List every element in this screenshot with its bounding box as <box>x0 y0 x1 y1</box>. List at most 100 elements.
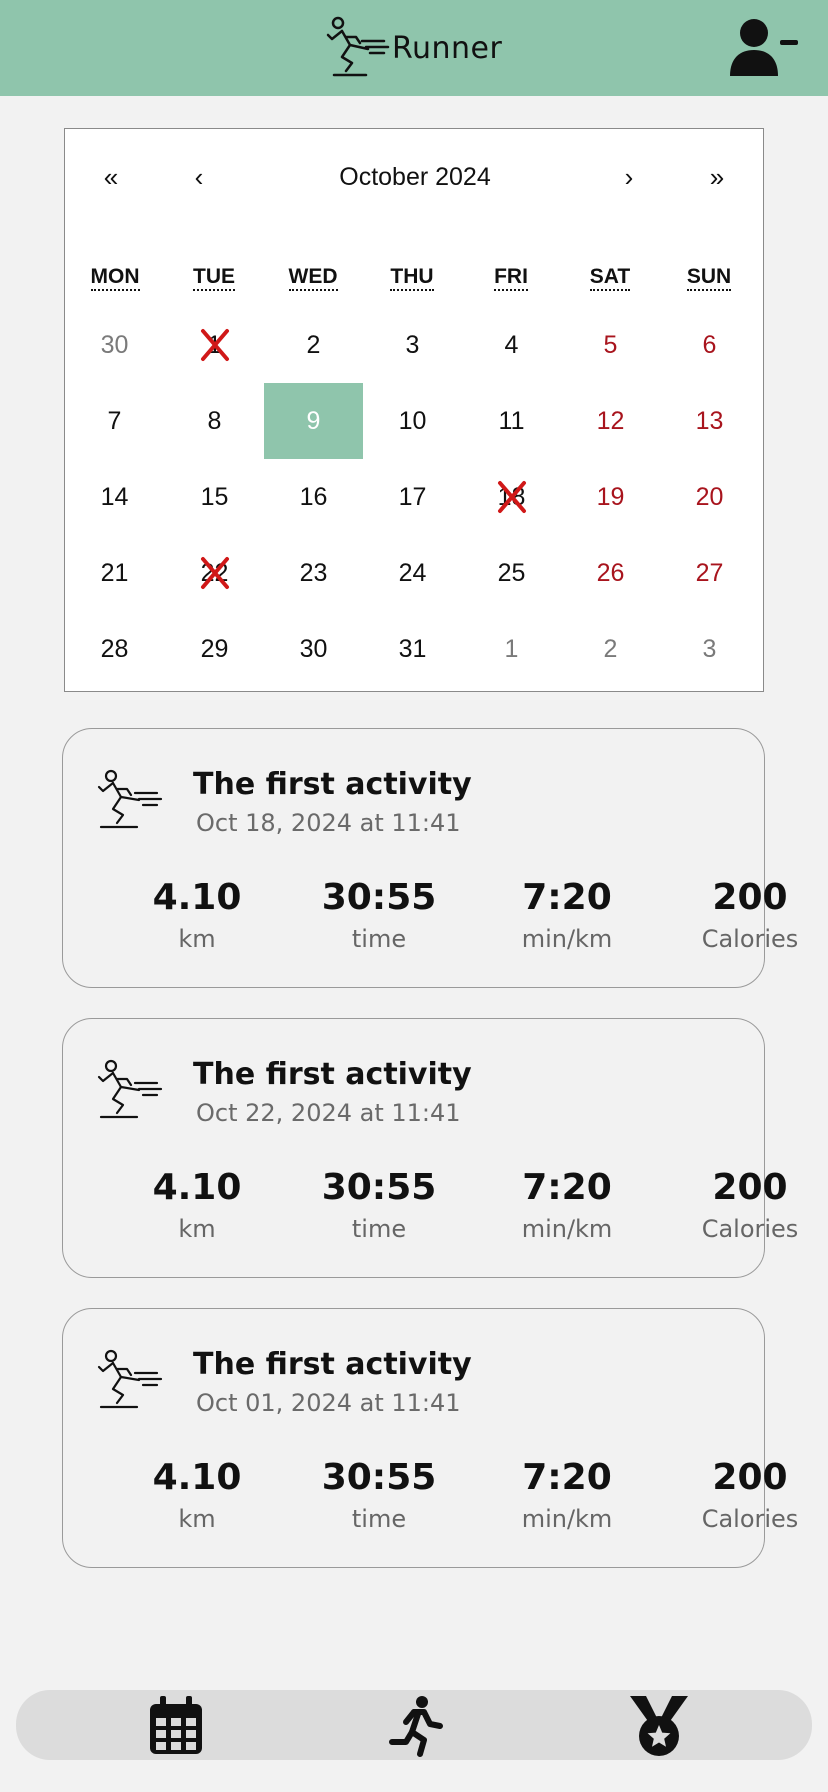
calendar-day[interactable]: 19 <box>561 459 660 535</box>
day-number: 27 <box>695 559 724 587</box>
stat-value: 4.10 <box>152 877 242 918</box>
medal-icon <box>630 1696 688 1756</box>
day-number: 10 <box>398 407 427 435</box>
stat-value: 30:55 <box>321 1457 437 1498</box>
stat-value: 30:55 <box>321 1167 437 1208</box>
stat-value: 200 <box>712 1167 788 1208</box>
calendar-day[interactable]: 2 <box>561 611 660 687</box>
stat-time: 30:55 time <box>299 1167 459 1247</box>
calendar-month-title[interactable]: October 2024 <box>265 157 565 197</box>
calendar-day[interactable]: 25 <box>462 535 561 611</box>
day-number: 26 <box>596 559 625 587</box>
calendar-day[interactable]: 30 <box>65 307 164 383</box>
next-month-button[interactable]: › <box>609 157 649 197</box>
stat-value: 4.10 <box>152 1167 242 1208</box>
calendar-day[interactable]: 3 <box>660 611 759 687</box>
calendar-day[interactable]: 7 <box>65 383 164 459</box>
stat-pace: 7:20 min/km <box>487 877 647 957</box>
activity-card[interactable]: The first activity Oct 22, 2024 at 11:41… <box>62 1018 798 1278</box>
calendar-day[interactable]: 29 <box>165 611 264 687</box>
calendar-day[interactable]: 13 <box>660 383 759 459</box>
calendar-day[interactable]: 18 <box>462 459 561 535</box>
calendar-day[interactable]: 14 <box>65 459 164 535</box>
stat-unit: min/km <box>521 1215 613 1243</box>
day-number: 30 <box>100 331 129 359</box>
stat-unit: time <box>351 925 407 953</box>
calendar-day[interactable]: 26 <box>561 535 660 611</box>
stat-pace: 7:20 min/km <box>487 1457 647 1537</box>
day-number: 5 <box>603 331 618 359</box>
stat-pace: 7:20 min/km <box>487 1167 647 1247</box>
calendar-day[interactable]: 1 <box>462 611 561 687</box>
calendar-day[interactable]: 17 <box>363 459 462 535</box>
calendar-day[interactable]: 15 <box>165 459 264 535</box>
day-number: 12 <box>596 407 625 435</box>
calendar-day[interactable]: 4 <box>462 307 561 383</box>
prev-year-button[interactable]: « <box>91 157 131 197</box>
stat-unit: km <box>178 1215 216 1243</box>
stat-value: 7:20 <box>522 1457 612 1498</box>
day-number: 21 <box>100 559 129 587</box>
calendar-day[interactable]: 16 <box>264 459 363 535</box>
day-number: 15 <box>200 483 229 511</box>
day-number: 4 <box>504 331 519 359</box>
stat-unit: Calories <box>701 1215 799 1243</box>
weekday-sat: SAT <box>560 265 660 291</box>
day-number: 1 <box>207 331 222 359</box>
day-number: 22 <box>200 559 229 587</box>
calendar-day[interactable]: 10 <box>363 383 462 459</box>
day-number: 29 <box>200 635 229 663</box>
activity-card[interactable]: The first activity Oct 18, 2024 at 11:41… <box>62 728 798 988</box>
calendar-day[interactable]: 9 <box>264 383 363 459</box>
weekday-fri: FRI <box>461 265 561 291</box>
calendar-day[interactable]: 11 <box>462 383 561 459</box>
nav-running-button[interactable] <box>380 1694 450 1758</box>
day-number: 28 <box>100 635 129 663</box>
calendar-day[interactable]: 22 <box>165 535 264 611</box>
day-number: 13 <box>695 407 724 435</box>
day-number: 20 <box>695 483 724 511</box>
nav-calendar-button[interactable] <box>140 1694 210 1758</box>
running-icon <box>389 1696 443 1757</box>
weekday-wed: WED <box>263 265 363 291</box>
activity-title: The first activity <box>193 1057 472 1092</box>
calendar-day[interactable]: 1 <box>165 307 264 383</box>
calendar-day[interactable]: 31 <box>363 611 462 687</box>
day-number: 9 <box>306 407 321 435</box>
day-number: 2 <box>306 331 321 359</box>
stat-time: 30:55 time <box>299 1457 459 1537</box>
calendar-day[interactable]: 3 <box>363 307 462 383</box>
day-number: 23 <box>299 559 328 587</box>
calendar: « ‹ October 2024 › » MON TUE WED THU FRI… <box>64 128 764 692</box>
activity-card[interactable]: The first activity Oct 01, 2024 at 11:41… <box>62 1308 798 1568</box>
stat-value: 7:20 <box>522 877 612 918</box>
stat-calories: 200 Calories <box>670 1457 828 1537</box>
next-year-button[interactable]: » <box>697 157 737 197</box>
prev-month-button[interactable]: ‹ <box>179 157 219 197</box>
stat-value: 4.10 <box>152 1457 242 1498</box>
user-minus-icon <box>730 19 798 76</box>
stat-value: 200 <box>712 1457 788 1498</box>
nav-achievements-button[interactable] <box>624 1694 694 1758</box>
calendar-day[interactable]: 28 <box>65 611 164 687</box>
calendar-nav: « ‹ October 2024 › » <box>65 157 763 197</box>
runner-activity-icon <box>97 1349 163 1409</box>
stat-calories: 200 Calories <box>670 1167 828 1247</box>
stat-unit: time <box>351 1505 407 1533</box>
calendar-day[interactable]: 21 <box>65 535 164 611</box>
user-remove-button[interactable] <box>728 16 800 80</box>
calendar-day[interactable]: 8 <box>165 383 264 459</box>
calendar-day[interactable]: 2 <box>264 307 363 383</box>
calendar-day[interactable]: 6 <box>660 307 759 383</box>
day-number: 31 <box>398 635 427 663</box>
activity-date: Oct 22, 2024 at 11:41 <box>196 1099 461 1127</box>
calendar-day[interactable]: 23 <box>264 535 363 611</box>
day-number: 11 <box>498 407 525 435</box>
activity-title: The first activity <box>193 767 472 802</box>
calendar-day[interactable]: 5 <box>561 307 660 383</box>
calendar-day[interactable]: 24 <box>363 535 462 611</box>
calendar-day[interactable]: 12 <box>561 383 660 459</box>
calendar-day[interactable]: 30 <box>264 611 363 687</box>
calendar-day[interactable]: 20 <box>660 459 759 535</box>
calendar-day[interactable]: 27 <box>660 535 759 611</box>
